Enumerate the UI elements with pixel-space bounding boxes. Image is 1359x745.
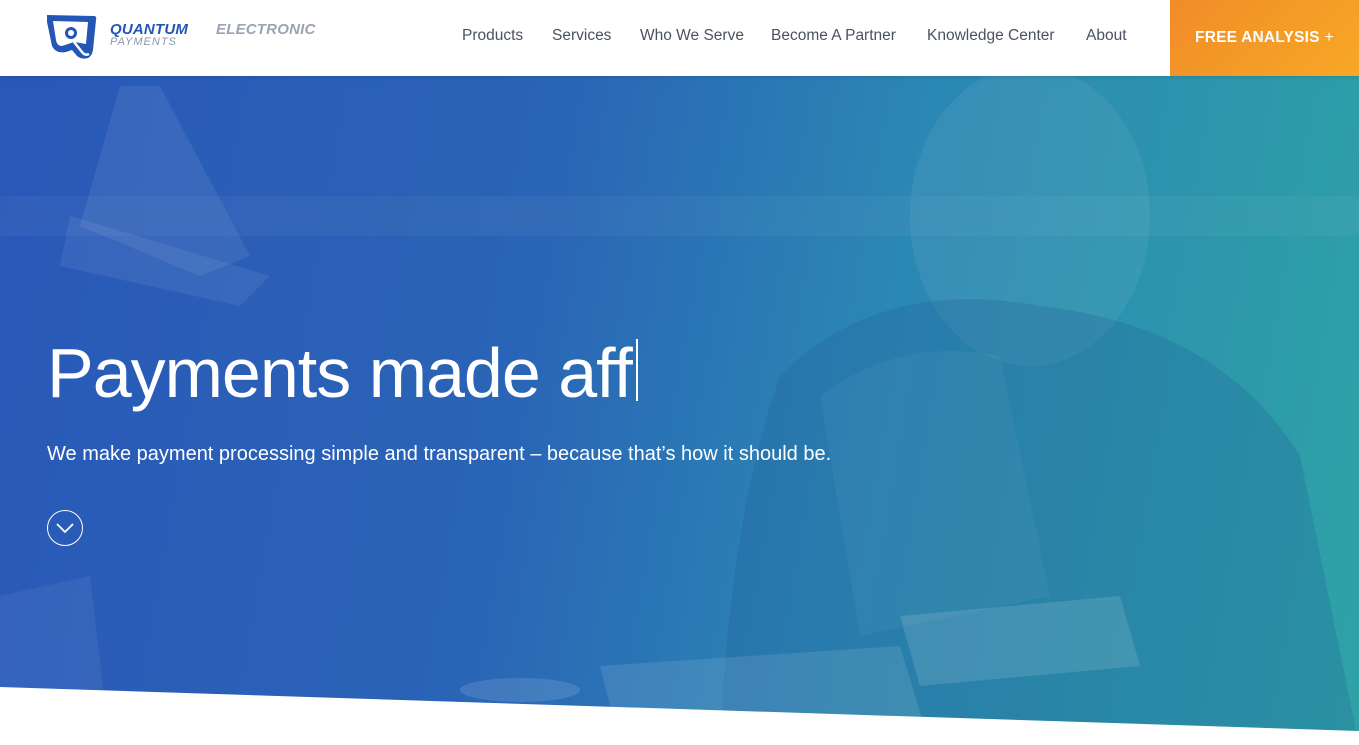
hero-subtitle: We make payment processing simple and tr… <box>47 443 832 465</box>
free-analysis-label: FREE ANALYSIS <box>1195 29 1320 46</box>
hero-headline-text: Payments made aff <box>47 334 633 412</box>
typing-caret <box>635 339 638 401</box>
hero-headline: Payments made aff <box>47 338 638 408</box>
nav-item-services[interactable]: Services <box>552 27 611 45</box>
free-analysis-button[interactable]: FREE ANALYSIS + <box>1170 0 1359 76</box>
nav-item-become-a-partner[interactable]: Become A Partner <box>771 27 896 45</box>
hero-section: Payments made aff We make payment proces… <box>0 76 1359 745</box>
chevron-down-icon <box>56 523 74 534</box>
nav-item-products[interactable]: Products <box>462 27 523 45</box>
nav-item-knowledge-center[interactable]: Knowledge Center <box>927 27 1055 45</box>
nav-item-who-we-serve[interactable]: Who We Serve <box>640 27 744 45</box>
plus-icon: + <box>1324 29 1334 46</box>
scroll-down-button[interactable] <box>47 510 83 546</box>
site-header: QUANTUM ELECTRONIC PAYMENTS Products Ser… <box>0 0 1359 76</box>
nav-item-about[interactable]: About <box>1086 27 1127 45</box>
main-nav: Products Services Who We Serve Become A … <box>0 0 1170 76</box>
